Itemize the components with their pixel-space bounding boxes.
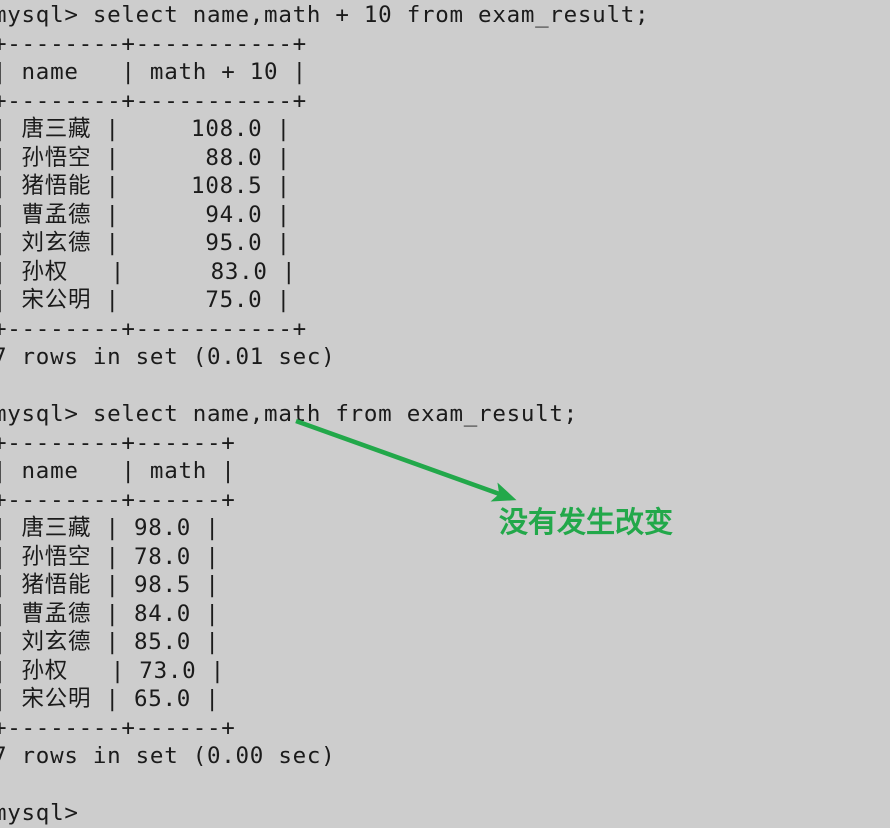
mysql-terminal-screen: mysql> select name,math + 10 from exam_r…	[0, 0, 890, 826]
annotation-label: 没有发生改变	[499, 505, 674, 539]
terminal-output-text: mysql> select name,math + 10 from exam_r…	[0, 2, 650, 826]
